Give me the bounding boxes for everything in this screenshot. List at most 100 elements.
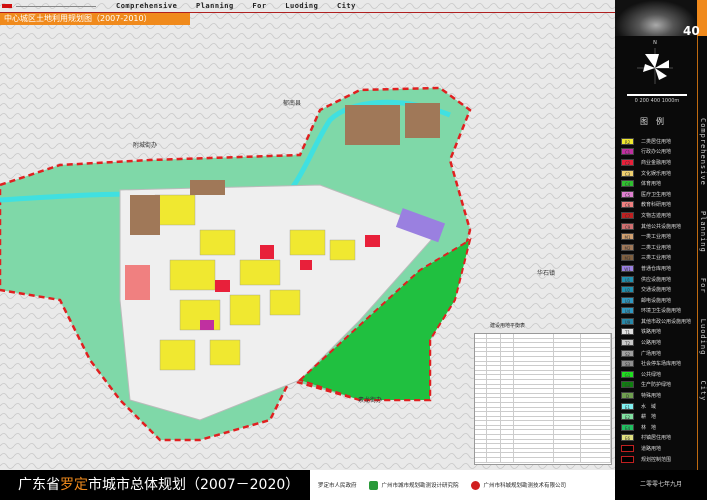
land-use-map[interactable]: 附城街办 郁南县 华石镇 素龙街办 建设用地平衡表	[0, 0, 615, 470]
legend-swatch	[621, 455, 634, 463]
legend-swatch: D	[621, 392, 634, 400]
legend-swatch: U1	[621, 275, 634, 283]
legend-label: 行政办公用地	[641, 149, 672, 156]
company-logo-icon	[470, 480, 480, 490]
legend-label: 邮电设施用地	[641, 297, 672, 304]
title-city: 罗定	[60, 477, 88, 493]
legend-label: 水 域	[641, 403, 657, 410]
institute-logo-icon	[368, 480, 378, 490]
map-title: 中心城区土地利用规划图（2007-2010）	[0, 13, 190, 25]
legend-item: E6 村镇居住用地	[621, 433, 697, 444]
legend-label: 文物古迹用地	[641, 212, 672, 219]
legend-label: 教育科研用地	[641, 202, 672, 209]
table-row	[475, 458, 611, 463]
org-company: 广州市科城规划勘测技术有限公司	[483, 483, 567, 489]
slogan: Comprehensive Planning For Luoding City	[116, 2, 356, 10]
legend-swatch: T2	[621, 339, 634, 347]
legend-label: 道路用地	[641, 446, 662, 453]
legend-item: R2 二类居住用地	[621, 136, 697, 147]
legend-title: 图例	[640, 117, 672, 126]
legend-item: U1 供应设施用地	[621, 274, 697, 285]
legend-label: 社会停车场库用地	[641, 361, 682, 368]
vertical-slogan: Comprehensive Planning For Luoding City	[699, 118, 707, 402]
legend-swatch: E4	[621, 423, 634, 431]
legend-swatch: U9	[621, 317, 634, 325]
legend-label: 商业金融用地	[641, 159, 672, 166]
legend-label: 耕 地	[641, 414, 657, 421]
legend-item: G2 生产防护绿地	[621, 380, 697, 391]
org-government: 罗定市人民政府	[318, 483, 357, 489]
legend-swatch: E1	[621, 402, 634, 410]
legend-swatch: S2	[621, 349, 634, 357]
legend-swatch: M3	[621, 254, 634, 262]
legend-item: U9 其他市政公用设施用地	[621, 316, 697, 327]
scale-label: 0 200 400 1000m	[634, 98, 680, 104]
legend-item: U4 环境卫生设施用地	[621, 306, 697, 317]
accent-mark	[2, 4, 12, 8]
legend-label: 二类居住用地	[641, 138, 672, 145]
legend-item: 道路用地	[621, 443, 697, 454]
legend-item: E1 水 域	[621, 401, 697, 412]
divider	[16, 5, 96, 7]
place-label: 华石镇	[537, 270, 556, 277]
legend-label: 供应设施用地	[641, 276, 672, 283]
legend-item: G1 公共绿地	[621, 369, 697, 380]
place-label: 郁南县	[283, 100, 302, 107]
legend-swatch	[621, 445, 634, 453]
legend-item: C9 其他公共设施用地	[621, 221, 697, 232]
plan-title: 广东省罗定市城市总体规划（2007－2020）	[0, 470, 310, 500]
legend-item: T1 铁路用地	[621, 327, 697, 338]
legend-item: C1 行政办公用地	[621, 147, 697, 158]
legend-item: M3 三类工业用地	[621, 253, 697, 264]
legend-label: 特殊用地	[641, 393, 662, 400]
legend-item: E4 林 地	[621, 422, 697, 433]
legend: R2 二类居住用地 C1 行政办公用地 C2 商业金融用地 C3 文化娱乐用地 C4 体育用地 C5…	[621, 136, 697, 464]
legend-label: 公路用地	[641, 340, 662, 347]
divider	[697, 36, 698, 470]
legend-item: 规划控制范围	[621, 454, 697, 465]
legend-label: 一类工业用地	[641, 234, 672, 241]
legend-item: C3 文化娱乐用地	[621, 168, 697, 179]
legend-label: 村镇居住用地	[641, 435, 672, 442]
legend-label: 规划控制范围	[641, 456, 672, 463]
legend-label: 林 地	[641, 424, 657, 431]
legend-item: C7 文物古迹用地	[621, 210, 697, 221]
legend-label: 三类工业用地	[641, 255, 672, 262]
admin-block	[200, 320, 214, 330]
land-balance-table	[474, 333, 612, 465]
legend-item: D 特殊用地	[621, 390, 697, 401]
legend-swatch: W1	[621, 264, 634, 272]
legend-swatch: U2	[621, 286, 634, 294]
legend-label: 环境卫生设施用地	[641, 308, 682, 315]
legend-item: M2 二类工业用地	[621, 242, 697, 253]
legend-label: 其他市政公用设施用地	[641, 318, 692, 325]
legend-label: 生产防护绿地	[641, 382, 672, 389]
place-label: 附城街办	[133, 142, 158, 149]
legend-swatch: C4	[621, 180, 634, 188]
legend-swatch: R2	[621, 137, 634, 145]
title-part: 市城市总体规划（2007－2020）	[88, 477, 300, 493]
legend-item: E2 耕 地	[621, 411, 697, 422]
compass-rose-icon: N	[635, 40, 675, 90]
legend-label: 体育用地	[641, 181, 662, 188]
legend-swatch: S3	[621, 360, 634, 368]
legend-label: 交通设施用地	[641, 287, 672, 294]
legend-label: 医疗卫生用地	[641, 191, 672, 198]
legend-label: 公共绿地	[641, 371, 662, 378]
place-label: 素龙街办	[358, 397, 383, 404]
legend-swatch: M1	[621, 233, 634, 241]
legend-item: M1 一类工业用地	[621, 231, 697, 242]
legend-label: 铁路用地	[641, 329, 662, 336]
legend-item: C6 教育科研用地	[621, 200, 697, 211]
legend-swatch: C9	[621, 222, 634, 230]
legend-item: S2 广场用地	[621, 348, 697, 359]
special-block	[125, 265, 150, 300]
legend-swatch: C5	[621, 190, 634, 198]
legend-item: U2 交通设施用地	[621, 284, 697, 295]
legend-swatch: U3	[621, 296, 634, 304]
legend-swatch: E6	[621, 434, 634, 442]
legend-swatch: C6	[621, 201, 634, 209]
legend-item: T2 公路用地	[621, 337, 697, 348]
date: 二零零七年九月	[615, 470, 707, 500]
legend-label: 广场用地	[641, 350, 662, 357]
